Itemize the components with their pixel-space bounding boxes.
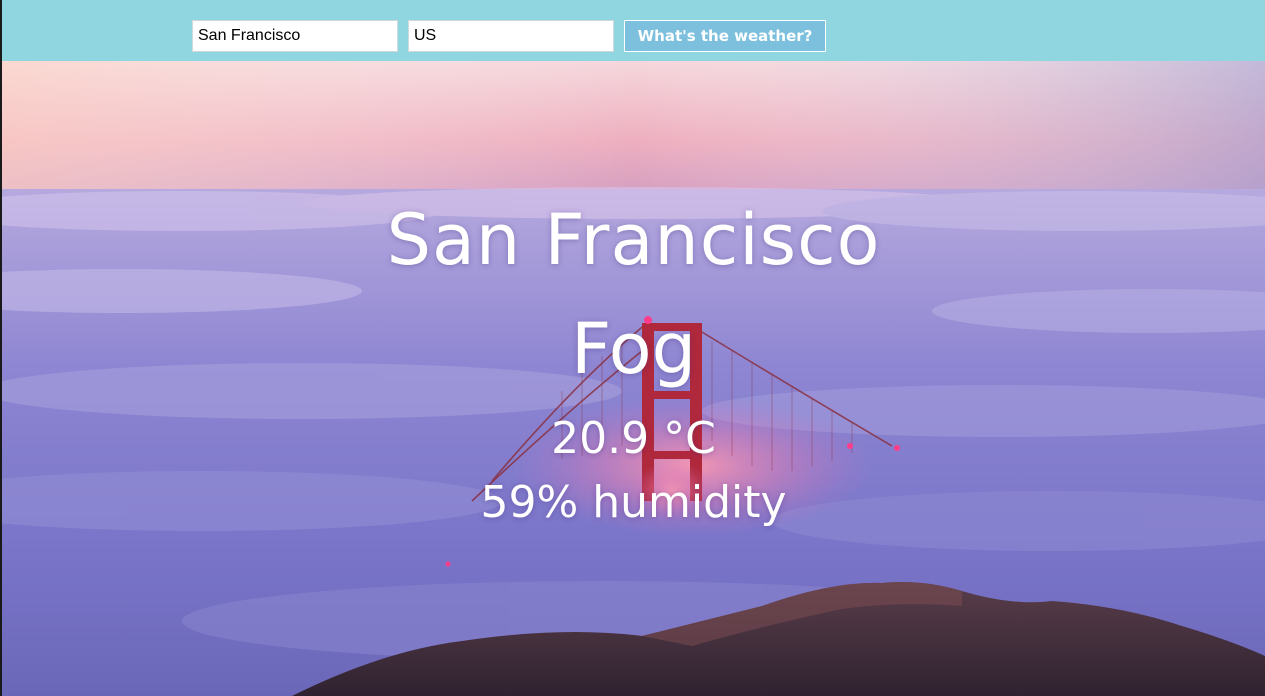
get-weather-button[interactable]: What's the weather? — [624, 20, 826, 52]
weather-app: What's the weather? — [0, 0, 1265, 696]
weather-condition: Fog — [570, 308, 697, 390]
search-bar: What's the weather? — [2, 0, 1265, 61]
city-input[interactable] — [192, 20, 398, 52]
window-edge — [0, 0, 2, 696]
humidity: 59% humidity — [480, 477, 787, 528]
city-name: San Francisco — [386, 199, 881, 281]
weather-display: San Francisco Fog 20.9 °C 59% humidity — [2, 61, 1265, 696]
temperature: 20.9 °C — [551, 413, 716, 464]
country-input[interactable] — [408, 20, 614, 52]
